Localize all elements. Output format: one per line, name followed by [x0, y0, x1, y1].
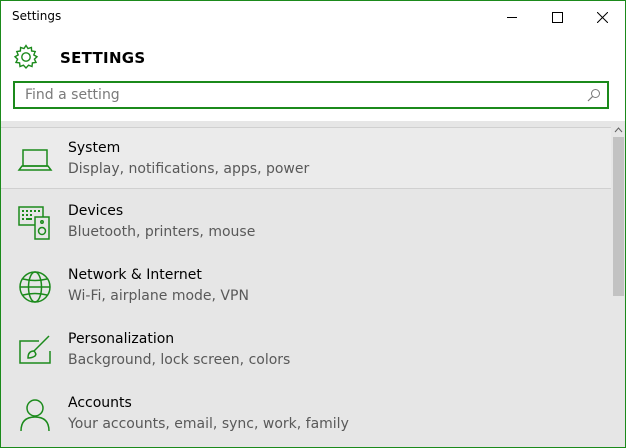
minimize-icon: [506, 16, 517, 18]
window-title: Settings: [12, 9, 62, 23]
title-bar[interactable]: Settings: [1, 1, 625, 33]
category-description: Background, lock screen, colors: [68, 352, 291, 368]
category-description: Your accounts, email, sync, work, family: [68, 416, 349, 432]
settings-window: Settings SETTINGS Find a setting System …: [0, 0, 626, 448]
laptop-icon: [17, 149, 53, 171]
globe-icon: [19, 271, 51, 303]
devices-icon: [18, 206, 50, 240]
vertical-scrollbar[interactable]: [612, 121, 625, 447]
category-system[interactable]: System Display, notifications, apps, pow…: [1, 127, 611, 189]
maximize-button[interactable]: [534, 1, 580, 33]
category-description: Display, notifications, apps, power: [68, 161, 310, 177]
person-icon: [20, 399, 50, 432]
category-name: Personalization: [68, 331, 175, 347]
search-icon[interactable]: [587, 88, 601, 102]
close-button[interactable]: [579, 1, 625, 33]
page-title: SETTINGS: [60, 49, 146, 67]
category-description: Bluetooth, printers, mouse: [68, 224, 256, 240]
category-accounts[interactable]: Accounts Your accounts, email, sync, wor…: [1, 383, 611, 445]
close-icon: [596, 11, 608, 23]
minimize-button[interactable]: [489, 1, 535, 33]
category-name: Devices: [68, 203, 124, 219]
scroll-up-arrow-icon[interactable]: [612, 125, 625, 135]
scrollbar-thumb[interactable]: [613, 137, 624, 296]
settings-category-list: System Display, notifications, apps, pow…: [1, 125, 611, 447]
category-network-internet[interactable]: Network & Internet Wi-Fi, airplane mode,…: [1, 255, 611, 317]
category-description: Wi-Fi, airplane mode, VPN: [68, 288, 249, 304]
settings-header: SETTINGS: [1, 33, 625, 121]
category-personalization[interactable]: Personalization Background, lock screen,…: [1, 319, 611, 381]
category-devices[interactable]: Devices Bluetooth, printers, mouse: [1, 191, 611, 253]
search-input[interactable]: [15, 83, 585, 107]
search-box[interactable]: [13, 81, 609, 109]
personalization-icon: [19, 335, 51, 364]
maximize-icon: [551, 11, 563, 23]
gear-icon: [13, 44, 39, 70]
category-name: System: [68, 140, 121, 156]
category-name: Network & Internet: [68, 267, 202, 283]
category-name: Accounts: [68, 395, 132, 411]
